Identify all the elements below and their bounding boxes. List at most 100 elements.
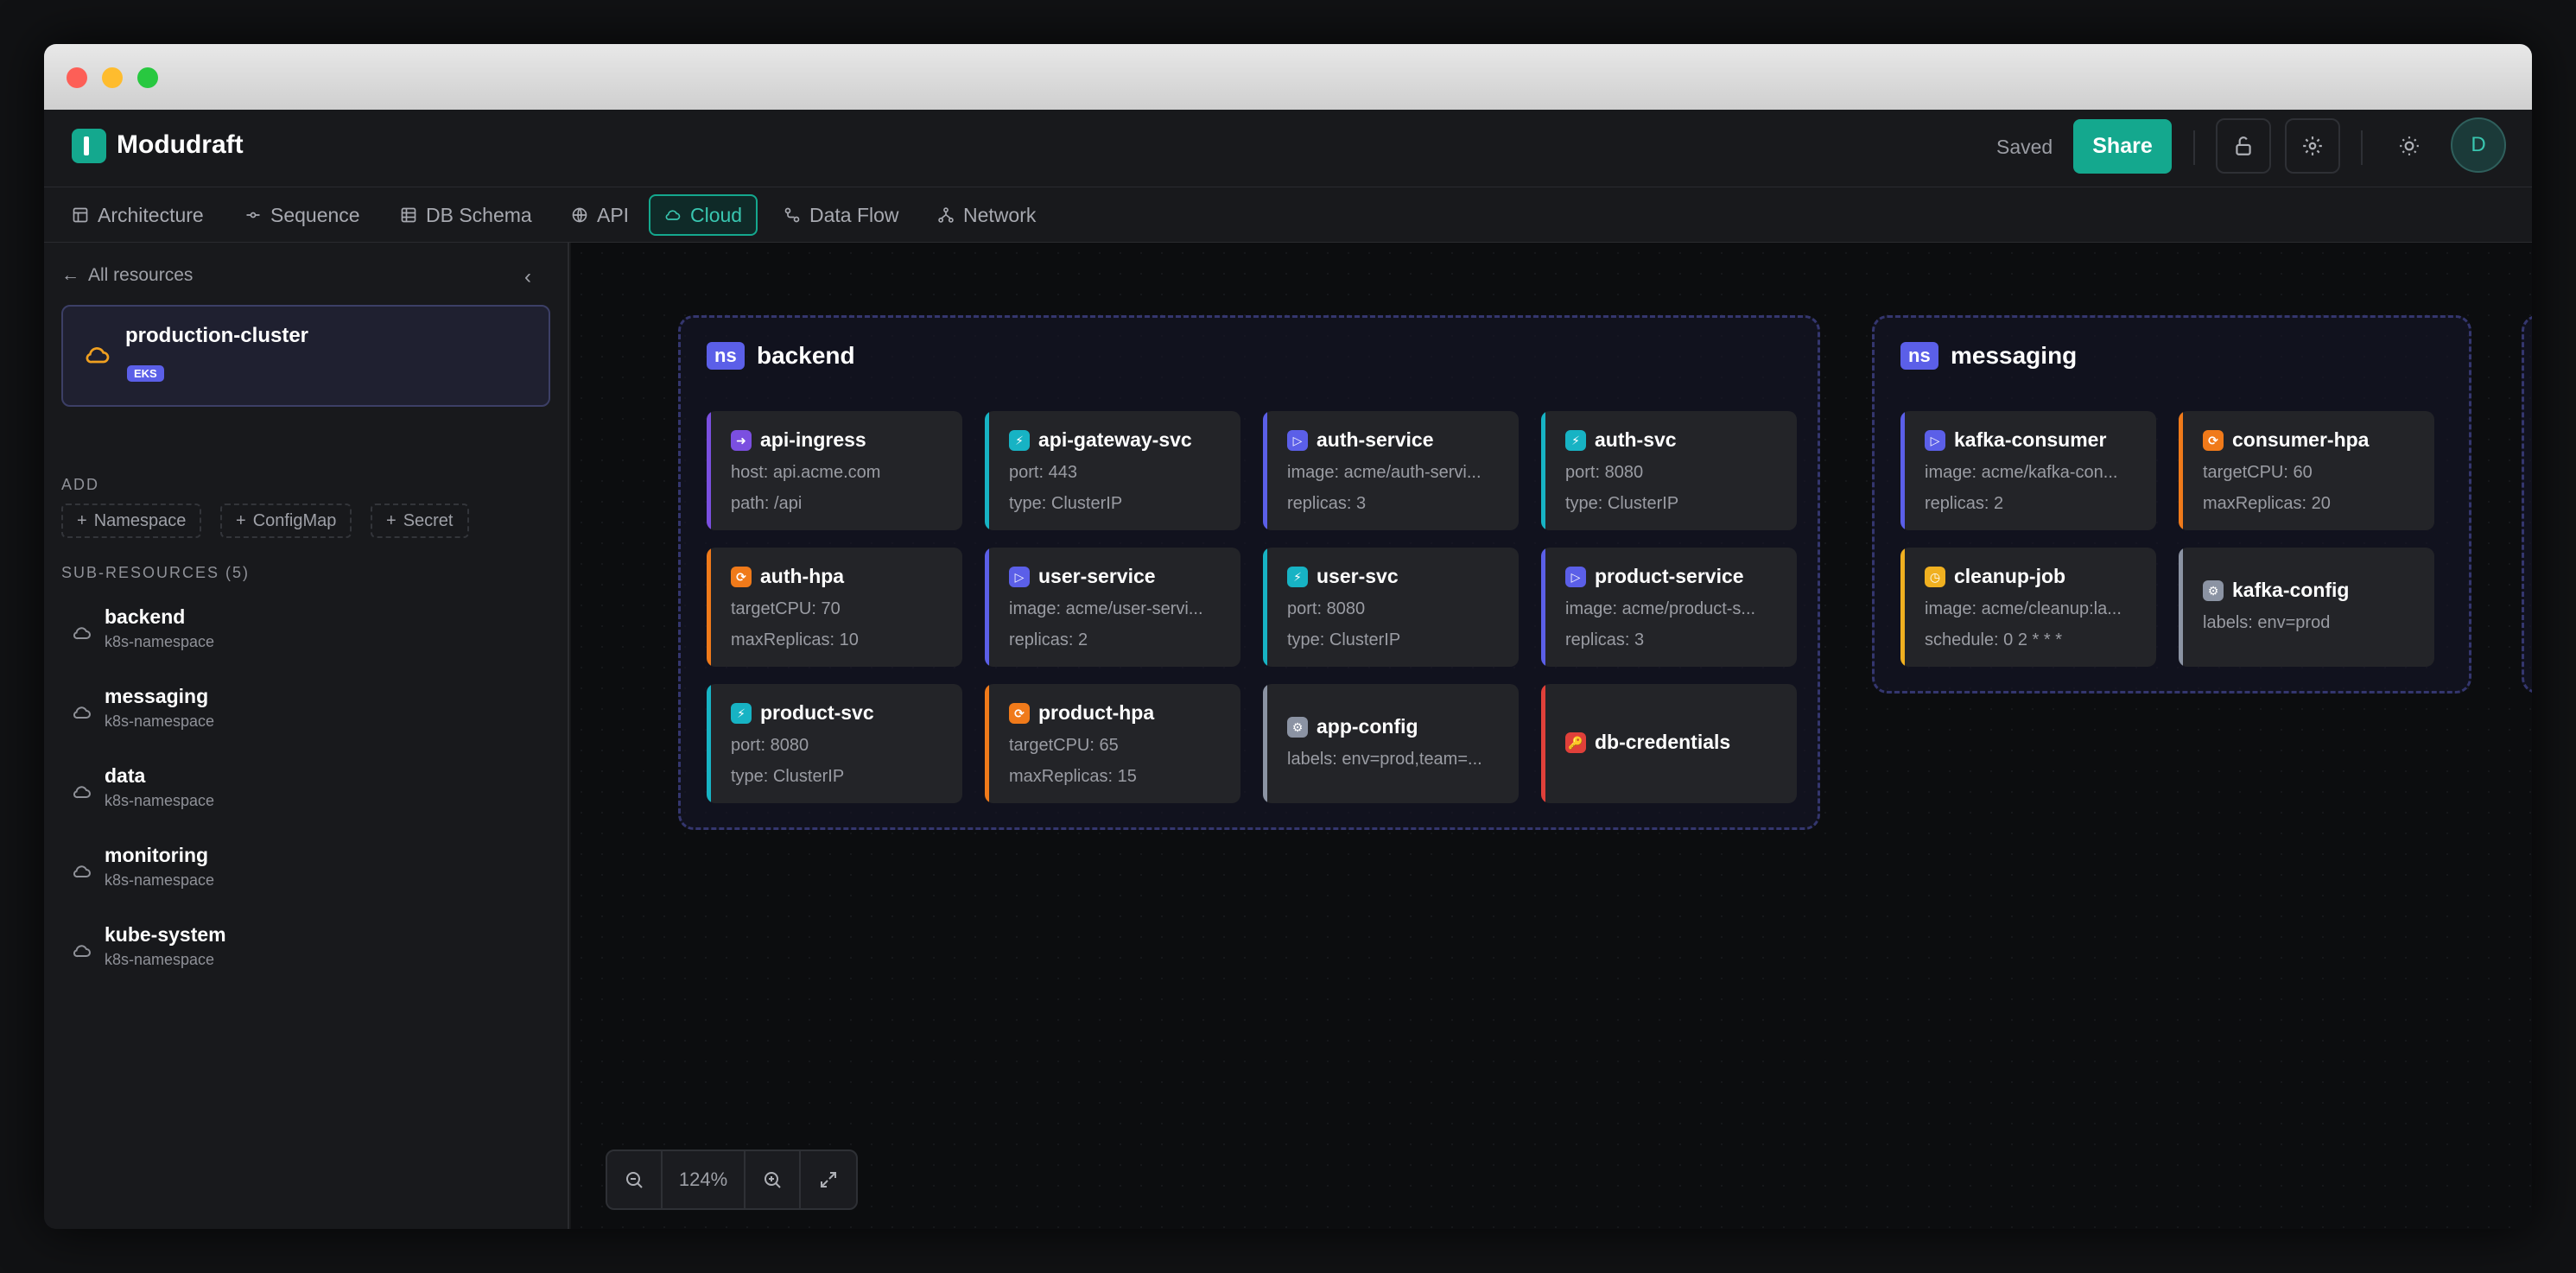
gear-icon [2303,136,2322,155]
minimize-window-button[interactable] [102,67,123,88]
selected-cluster-card[interactable]: production-cluster EKS [61,305,550,407]
app-logo-icon [72,129,106,163]
hpa-icon: ⟳ [2203,430,2224,451]
add-secret-button[interactable]: + Secret [371,504,469,538]
hpa-icon: ⟳ [731,567,752,587]
theme-toggle-button[interactable] [2382,118,2437,174]
cloud-icon [665,210,681,220]
kind-accent-bar [707,684,711,803]
tab-sequence[interactable]: Sequence [229,194,376,236]
collapse-sidebar-button[interactable]: ‹ [524,265,531,289]
tab-api[interactable]: API [555,194,644,236]
unlock-button[interactable] [2216,118,2271,174]
cloud-icon [73,865,91,878]
service-icon: ⚡ [1009,430,1030,451]
avatar[interactable]: D [2451,117,2506,173]
resource-card-configmap[interactable]: ⚙ kafka-config labels: env=prod [2179,548,2434,667]
resource-card-hpa[interactable]: ⟳ consumer-hpa targetCPU: 60 maxReplicas: 2… [2179,411,2434,530]
settings-button[interactable] [2285,118,2340,174]
sub-resource-name: messaging [105,685,209,707]
resource-detail: replicas: 2 [1009,630,1088,649]
share-button[interactable]: Share [2073,119,2172,174]
table-icon [401,207,416,223]
tab-network[interactable]: Network [922,194,1051,236]
app-window: Modudraft Saved Share D Architecture Seq… [44,44,2532,1229]
zoom-out-button[interactable] [607,1151,663,1208]
resource-detail: type: ClusterIP [731,767,845,786]
app-header: Modudraft Saved Share D [44,110,2532,187]
namespace-badge: ns [1900,342,1938,370]
cloud-icon [86,347,110,364]
resource-card-cronjob[interactable]: ◷ cleanup-job image: acme/cleanup:la... sch… [1900,548,2156,667]
resource-name: auth-hpa [760,565,845,587]
resource-card-hpa[interactable]: ⟳ product-hpa targetCPU: 65 maxReplicas: 15 [985,684,1240,803]
tab-db-schema[interactable]: DB Schema [384,194,548,236]
network-icon [938,207,954,223]
namespace-group-offscreen[interactable] [2522,315,2532,694]
resource-card-deployment[interactable]: ▷ kafka-consumer image: acme/kafka-con... r… [1900,411,2156,530]
kind-accent-bar [707,411,711,530]
resource-card-service[interactable]: ⚡ api-gateway-svc port: 443 type: ClusterIP [985,411,1240,530]
sub-resource-name: backend [105,605,186,628]
add-button-label: ConfigMap [252,510,337,530]
diagram-canvas[interactable]: ns backend ➜ api-ingress host: api.acme.co… [571,243,2532,1229]
sub-resources-heading: SUB-RESOURCES (5) [61,564,251,581]
fit-view-button[interactable] [801,1151,856,1208]
resource-card-service[interactable]: ⚡ user-svc port: 8080 type: ClusterIP [1263,548,1519,667]
zoom-in-button[interactable] [746,1151,801,1208]
window-titlebar [44,44,2532,110]
resource-card-hpa[interactable]: ⟳ auth-hpa targetCPU: 70 maxReplicas: 10 [707,548,962,667]
resource-card-deployment[interactable]: ▷ user-service image: acme/user-servi... re… [985,548,1240,667]
cluster-type-badge: EKS [127,365,164,382]
sub-resource-name: kube-system [105,923,226,946]
diagram-type-tabs: Architecture Sequence DB Schema API Clou… [44,187,2532,243]
back-to-all-resources-link[interactable]: ← All resources [61,265,193,286]
resource-detail: image: acme/product-s... [1565,599,1756,618]
maximize-window-button[interactable] [137,67,158,88]
resource-card-configmap[interactable]: ⚙ app-config labels: env=prod,team=... [1263,684,1519,803]
resource-detail: type: ClusterIP [1287,630,1401,649]
resource-name: app-config [1317,715,1418,738]
namespace-name: backend [757,342,855,369]
resource-card-service[interactable]: ⚡ auth-svc port: 8080 type: ClusterIP [1541,411,1797,530]
sidebar-item-backend[interactable]: backend k8s-namespace [67,605,550,674]
resource-card-service[interactable]: ⚡ product-svc port: 8080 type: ClusterIP [707,684,962,803]
resource-card-deployment[interactable]: ▷ auth-service image: acme/auth-servi... re… [1263,411,1519,530]
add-section-heading: ADD [61,476,100,493]
arrow-left-icon: ← [61,265,79,285]
resource-name: user-service [1038,565,1156,587]
resource-detail: image: acme/cleanup:la... [1925,599,2122,618]
namespace-group-backend[interactable]: ns backend ➜ api-ingress host: api.acme.co… [678,315,1820,830]
deployment-icon: ▷ [1925,430,1945,451]
resource-card-ingress[interactable]: ➜ api-ingress host: api.acme.com path: /api [707,411,962,530]
resource-card-deployment[interactable]: ▷ product-service image: acme/product-s...… [1541,548,1797,667]
kind-accent-bar [1900,548,1905,667]
kind-accent-bar [985,684,989,803]
sidebar-item-data[interactable]: data k8s-namespace [67,764,550,833]
sidebar-item-kube-system[interactable]: kube-system k8s-namespace [67,923,550,992]
namespace-badge: ns [707,342,745,370]
sidebar-item-messaging[interactable]: messaging k8s-namespace [67,685,550,754]
resource-detail: host: api.acme.com [731,463,881,482]
plus-icon: + [236,510,246,530]
resource-detail: image: acme/auth-servi... [1287,463,1482,482]
resource-card-secret[interactable]: 🔑 db-credentials [1541,684,1797,803]
namespace-group-messaging[interactable]: ns messaging ▷ kafka-consumer image: acme/… [1872,315,2471,694]
tab-label: Sequence [270,203,360,226]
kind-accent-bar [985,411,989,530]
add-namespace-button[interactable]: + Namespace [61,504,202,538]
resource-detail: port: 8080 [731,736,809,755]
tab-data-flow[interactable]: Data Flow [768,194,915,236]
add-configmap-button[interactable]: + ConfigMap [220,504,352,538]
close-window-button[interactable] [67,67,87,88]
tab-label: Data Flow [809,203,899,226]
tab-architecture[interactable]: Architecture [56,194,219,236]
resource-detail: targetCPU: 65 [1009,736,1119,755]
tab-label: Cloud [690,203,743,226]
sidebar-item-monitoring[interactable]: monitoring k8s-namespace [67,844,550,913]
resource-detail: labels: env=prod,team=... [1287,750,1482,769]
kind-accent-bar [2179,548,2183,667]
namespace-name: messaging [1951,342,2078,369]
tab-cloud[interactable]: Cloud [649,194,758,236]
cloud-icon [73,786,91,799]
